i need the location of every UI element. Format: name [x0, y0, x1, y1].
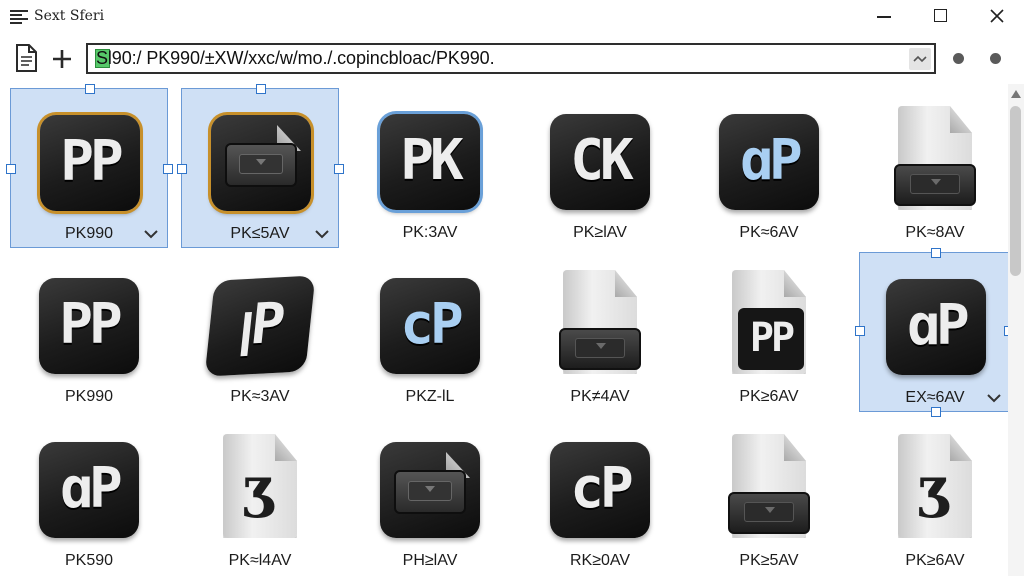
file-item[interactable]: ɑP PK≈6AV [690, 88, 848, 248]
minimize-icon [877, 16, 891, 18]
app-icon: cP [550, 442, 650, 538]
maximize-icon [934, 9, 947, 22]
app-icon: CK [550, 114, 650, 210]
resize-handle[interactable] [6, 164, 16, 174]
option-dot[interactable] [990, 53, 1001, 64]
app-icon: ɑP [39, 442, 139, 538]
chevron-down-icon [913, 55, 927, 63]
file-item[interactable]: PH≥lAV [351, 416, 509, 576]
file-label: PK≠4AV [570, 388, 630, 405]
file-item[interactable]: PP PK990 [10, 252, 168, 412]
file-label: PK≈8AV [905, 224, 965, 241]
resize-handle[interactable] [334, 164, 344, 174]
scroll-thumb[interactable] [1010, 106, 1021, 276]
hamburger-menu-icon[interactable] [10, 10, 28, 24]
file-item[interactable]: PP PK990 [6, 84, 173, 248]
app-icon: ɑP [719, 114, 819, 210]
new-document-button[interactable] [12, 42, 42, 74]
minimize-button[interactable] [861, 0, 907, 32]
document-glyph-icon: Ʒ [215, 434, 305, 542]
file-grid: PP PK990 PK≤5AV PK PK:3AV CK PK≥lAV ɑP P… [0, 84, 1014, 576]
vertical-scrollbar[interactable] [1008, 84, 1024, 576]
drive-icon [211, 115, 311, 211]
resize-handle[interactable] [177, 164, 187, 174]
app-icon: ꞁP [204, 275, 316, 377]
file-label: PK≈l4AV [228, 552, 292, 569]
scroll-up-arrow-icon[interactable] [1011, 90, 1021, 98]
title-bar: Sext Sferi [0, 0, 1024, 34]
file-item[interactable]: ꞁP PK≈3AV [181, 252, 339, 412]
file-label: PK≈6AV [739, 224, 799, 241]
app-icon: ɑP [886, 279, 986, 375]
address-dropdown-button[interactable] [909, 48, 931, 70]
chevron-down-icon[interactable] [312, 224, 332, 244]
option-dot[interactable] [953, 53, 964, 64]
file-item[interactable]: PP PK≥6AV [690, 252, 848, 412]
drive-icon [380, 442, 480, 538]
document-drive-icon [724, 434, 814, 542]
resize-handle[interactable] [855, 326, 865, 336]
address-input[interactable]: Sl90:/ PK990/±XW/xxc/w/mo./.copincbloac/… [96, 48, 495, 69]
toolbar: Sl90:/ PK990/±XW/xxc/w/mo./.copincbloac/… [0, 38, 1024, 82]
file-label: PK≥6AV [739, 388, 799, 405]
chevron-down-icon[interactable] [984, 388, 1004, 408]
app-icon: PP [40, 115, 140, 211]
window-title: Sext Sferi [34, 8, 105, 24]
add-button[interactable] [48, 42, 78, 74]
resize-handle[interactable] [931, 248, 941, 258]
document-glyph-icon: Ʒ [890, 434, 980, 542]
file-item[interactable]: PK≈8AV [856, 88, 1014, 248]
file-label: PK≥5AV [739, 552, 799, 569]
file-item[interactable]: Ʒ PK≥6AV [856, 416, 1014, 576]
file-label: RK≥0AV [569, 552, 631, 569]
chevron-down-icon[interactable] [141, 224, 161, 244]
app-icon: PP [39, 278, 139, 374]
file-item[interactable]: PK≥5AV [690, 416, 848, 576]
plus-icon [53, 50, 71, 68]
document-drive-icon [890, 106, 980, 214]
file-label: PK590 [64, 552, 114, 569]
maximize-button[interactable] [917, 0, 963, 32]
file-label: PK≥6AV [905, 552, 965, 569]
file-label: PK:3AV [402, 224, 458, 241]
app-icon: cP [380, 278, 480, 374]
file-label: PK≥lAV [573, 224, 627, 241]
file-label: PK≈3AV [230, 388, 290, 405]
document-drive-icon [555, 270, 645, 378]
file-item[interactable]: Ʒ PK≈l4AV [181, 416, 339, 576]
file-label: PH≥lAV [402, 552, 458, 569]
file-item[interactable]: PK≠4AV [521, 252, 679, 412]
document-app-icon: PP [724, 270, 814, 378]
file-item[interactable]: PK PK:3AV [351, 88, 509, 248]
file-item[interactable]: cP RK≥0AV [521, 416, 679, 576]
app-icon: PK [380, 114, 480, 210]
document-icon [16, 44, 37, 72]
file-item[interactable]: cP PKZ-lL [351, 252, 509, 412]
file-item[interactable]: ɑP EX≈6AV [855, 248, 1014, 417]
resize-handle[interactable] [256, 84, 266, 94]
file-item[interactable]: CK PK≥lAV [521, 88, 679, 248]
file-item[interactable]: PK≤5AV [177, 84, 344, 248]
address-bar[interactable]: Sl90:/ PK990/±XW/xxc/w/mo./.copincbloac/… [86, 43, 936, 74]
file-label: PK990 [64, 388, 114, 405]
close-icon [990, 9, 1004, 23]
file-label: PKZ-lL [405, 388, 455, 405]
resize-handle[interactable] [85, 84, 95, 94]
file-item[interactable]: ɑP PK590 [10, 416, 168, 576]
resize-handle[interactable] [163, 164, 173, 174]
close-button[interactable] [974, 0, 1020, 32]
